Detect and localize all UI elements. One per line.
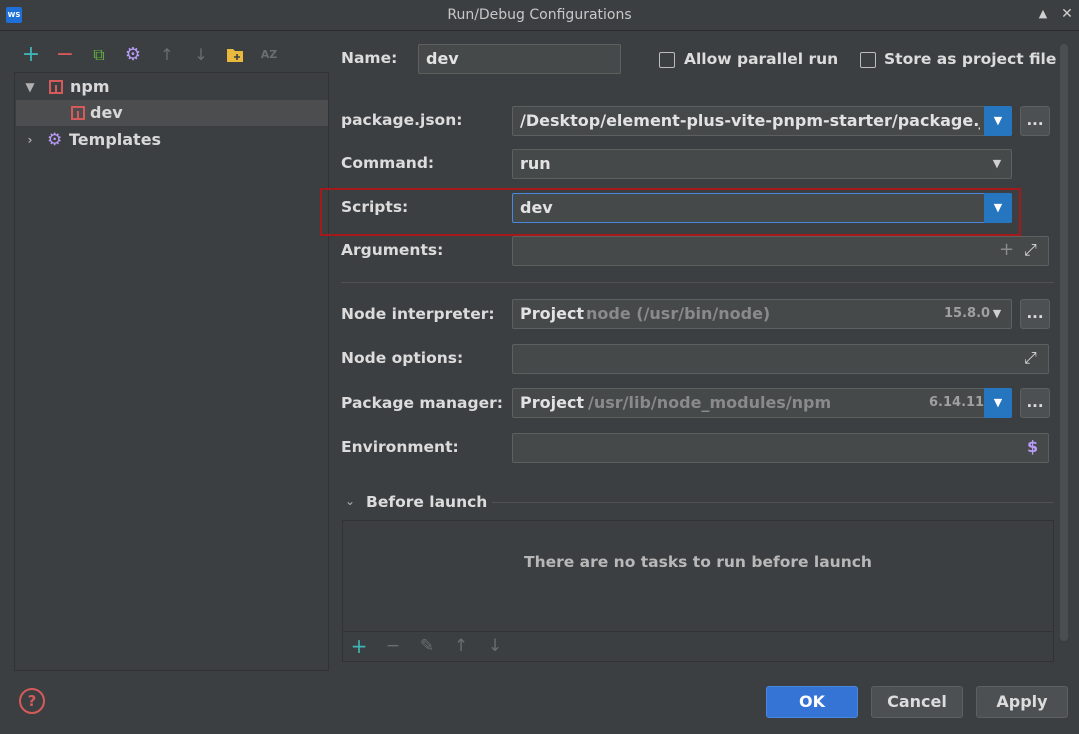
scripts-label: Scripts:: [341, 198, 409, 216]
scrollbar[interactable]: [1060, 44, 1068, 641]
tree-node-label: npm: [70, 77, 110, 96]
package-json-combo[interactable]: /Desktop/element-plus-vite-pnpm-starter/…: [512, 106, 1012, 136]
expand-icon[interactable]: ⤢: [1024, 348, 1037, 368]
separator: [341, 282, 1054, 283]
close-window-icon[interactable]: ✕: [1060, 6, 1074, 22]
add-macro-icon[interactable]: +: [999, 239, 1014, 260]
node-options-field[interactable]: ⤢: [512, 344, 1049, 374]
node-interpreter-value: node (/usr/bin/node): [586, 304, 771, 323]
chevron-down-icon[interactable]: ▼: [984, 150, 1010, 178]
remove-configuration-icon[interactable]: −: [53, 43, 77, 67]
new-folder-icon[interactable]: [223, 43, 247, 67]
edit-task-icon[interactable]: ✎: [417, 636, 437, 656]
add-task-icon[interactable]: +: [349, 636, 369, 656]
expand-icon[interactable]: ⤢: [1024, 240, 1037, 260]
move-up-icon[interactable]: ↑: [155, 43, 179, 67]
ok-button[interactable]: OK: [766, 686, 858, 718]
package-json-value: /Desktop/element-plus-vite-pnpm-starter/…: [520, 111, 980, 130]
store-as-project-file-label[interactable]: Store as project file: [884, 50, 1056, 68]
copy-configuration-icon[interactable]: ⧉: [87, 43, 111, 67]
chevron-down-icon[interactable]: ▼: [23, 74, 37, 100]
command-label: Command:: [341, 154, 435, 172]
arguments-field[interactable]: + ⤢: [512, 236, 1049, 266]
allow-parallel-run-label[interactable]: Allow parallel run: [684, 50, 838, 68]
before-launch-title[interactable]: Before launch: [366, 493, 487, 511]
apply-button[interactable]: Apply: [976, 686, 1068, 718]
dropdown-arrow-icon[interactable]: ▼: [984, 106, 1012, 136]
node-interpreter-select[interactable]: Project node (/usr/bin/node) 15.8.0 ▼: [512, 299, 1012, 329]
tree-node-npm[interactable]: ▼ npm: [16, 74, 328, 100]
tree-node-label: dev: [90, 103, 123, 122]
environment-label: Environment:: [341, 438, 459, 456]
help-icon[interactable]: ?: [19, 688, 45, 714]
node-options-label: Node options:: [341, 349, 464, 367]
browse-package-manager-button[interactable]: ...: [1020, 388, 1050, 418]
command-select[interactable]: run ▼: [512, 149, 1012, 179]
collapse-window-icon[interactable]: ▲: [1036, 7, 1050, 21]
scripts-value: dev: [520, 198, 553, 217]
scripts-combo[interactable]: dev ▼: [512, 193, 1012, 223]
environment-field[interactable]: $: [512, 433, 1049, 463]
package-manager-version: 6.14.11: [929, 395, 985, 410]
cancel-button[interactable]: Cancel: [871, 686, 963, 718]
before-launch-toolbar: [342, 631, 1054, 662]
package-manager-label: Package manager:: [341, 394, 503, 412]
name-field[interactable]: dev: [418, 44, 621, 74]
remove-task-icon[interactable]: −: [383, 636, 403, 656]
node-interpreter-label: Node interpreter:: [341, 305, 495, 323]
edit-defaults-gear-icon[interactable]: ⚙: [121, 43, 145, 67]
configuration-tree: ▼ npm dev › ⚙ Templates: [14, 72, 329, 671]
chevron-right-icon[interactable]: ›: [23, 127, 37, 153]
dropdown-arrow-icon[interactable]: ▼: [984, 193, 1012, 223]
templates-gear-icon: ⚙: [47, 130, 63, 150]
node-interpreter-prefix: Project: [520, 304, 585, 323]
add-configuration-icon[interactable]: +: [19, 43, 43, 67]
separator: [492, 502, 1054, 503]
before-launch-empty-text: There are no tasks to run before launch: [524, 553, 872, 571]
environment-variables-icon[interactable]: $: [1027, 437, 1038, 456]
chevron-down-icon[interactable]: ▼: [984, 300, 1010, 328]
browse-node-interpreter-button[interactable]: ...: [1020, 299, 1050, 329]
window-title: Run/Debug Configurations: [447, 7, 632, 23]
package-json-label: package.json:: [341, 111, 463, 129]
allow-parallel-run-checkbox[interactable]: [659, 52, 675, 68]
dropdown-arrow-icon[interactable]: ▼: [984, 388, 1012, 418]
arguments-label: Arguments:: [341, 241, 444, 259]
tree-node-templates[interactable]: › ⚙ Templates: [16, 127, 328, 153]
npm-icon: [49, 80, 63, 94]
sort-alphabetically-icon[interactable]: AZ: [257, 43, 281, 67]
name-label: Name:: [341, 49, 398, 67]
command-value: run: [520, 154, 551, 173]
name-value: dev: [426, 49, 459, 68]
tree-node-dev[interactable]: dev: [16, 100, 328, 126]
chevron-down-icon[interactable]: ⌄: [345, 494, 355, 508]
browse-package-json-button[interactable]: ...: [1020, 106, 1050, 136]
package-manager-prefix: Project: [520, 393, 585, 412]
store-as-project-file-checkbox[interactable]: [860, 52, 876, 68]
move-down-icon[interactable]: ↓: [189, 43, 213, 67]
npm-icon: [71, 106, 85, 120]
package-manager-value: /usr/lib/node_modules/npm: [588, 393, 832, 412]
move-task-up-icon[interactable]: ↑: [451, 636, 471, 656]
package-manager-combo[interactable]: Project /usr/lib/node_modules/npm 6.14.1…: [512, 388, 1012, 418]
move-task-down-icon[interactable]: ↓: [485, 636, 505, 656]
tree-node-label: Templates: [69, 130, 162, 149]
